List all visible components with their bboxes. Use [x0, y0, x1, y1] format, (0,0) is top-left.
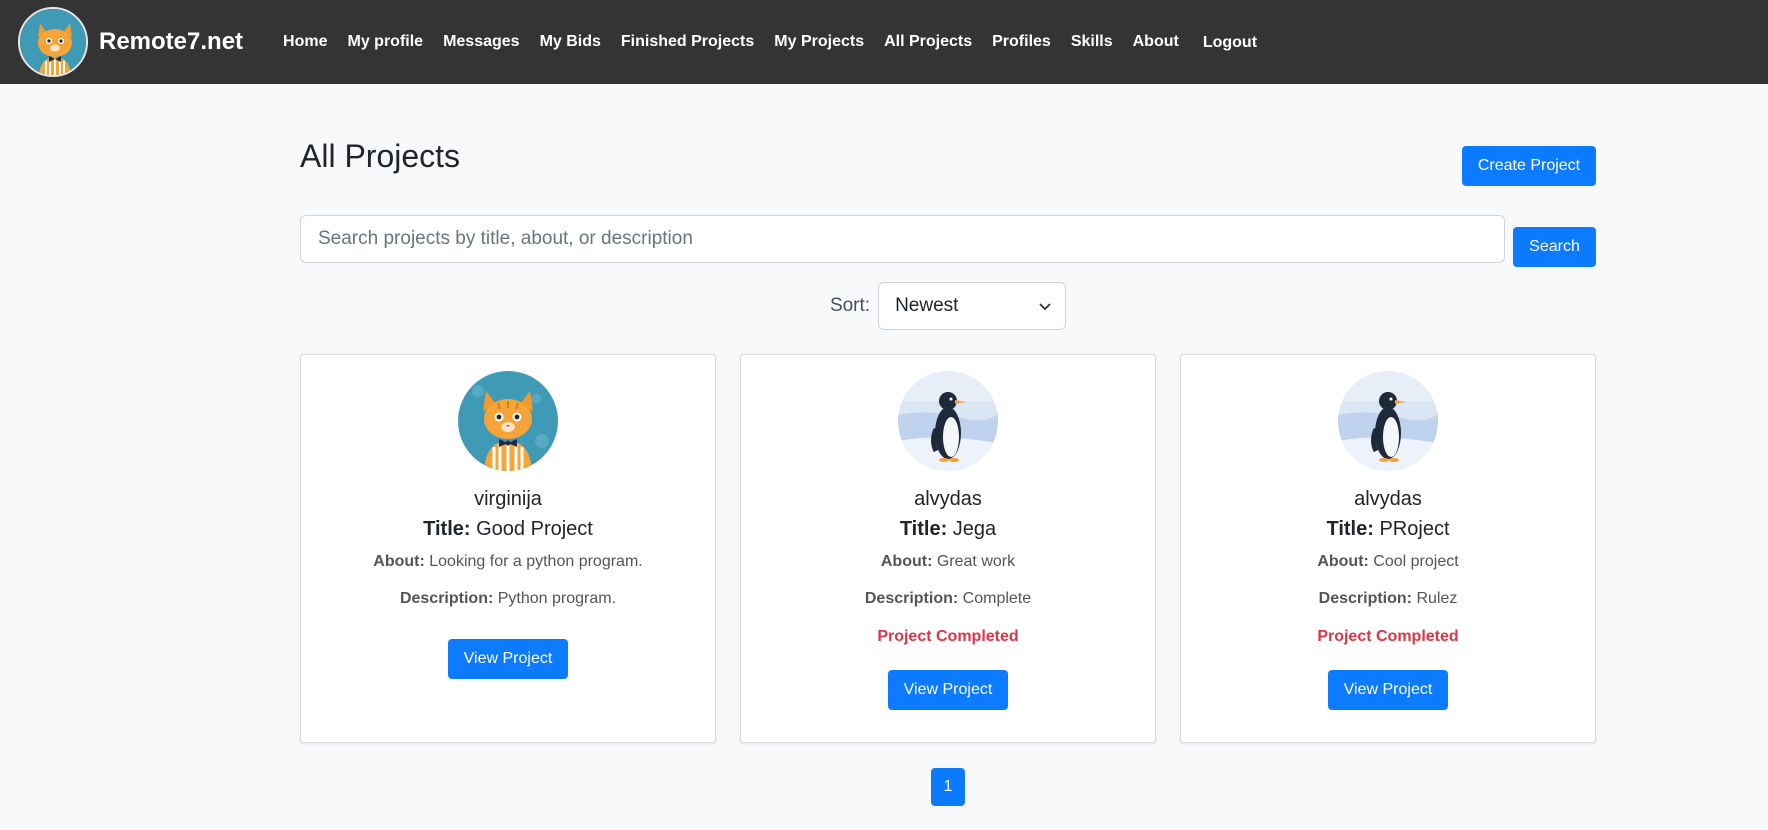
chevron-down-icon: [1039, 295, 1051, 317]
sort-selected-value: Newest: [895, 295, 959, 316]
nav-about[interactable]: About: [1133, 33, 1179, 51]
nav-links: Home My profile Messages My Bids Finishe…: [283, 33, 1277, 51]
description-label: Description:: [1318, 590, 1412, 607]
penguin-avatar-icon: [1338, 371, 1438, 471]
brand-name[interactable]: Remote7.net: [99, 28, 243, 56]
project-about: About: Looking for a python program.: [373, 553, 642, 571]
pagination-page-1[interactable]: 1: [931, 768, 965, 806]
about-label: About:: [880, 553, 933, 570]
view-project-button[interactable]: View Project: [1328, 670, 1448, 710]
project-card: alvydas Title: PRoject About: Cool proje…: [1180, 354, 1596, 743]
nav-home[interactable]: Home: [283, 33, 327, 51]
project-card: alvydas Title: Jega About: Great work De…: [740, 354, 1156, 743]
project-card: virginija Title: Good Project About: Loo…: [300, 354, 716, 743]
view-project-button[interactable]: View Project: [448, 639, 568, 679]
title-value: Good Project: [476, 518, 593, 540]
search-button[interactable]: Search: [1513, 227, 1596, 267]
project-owner: alvydas: [914, 488, 982, 510]
project-description: Description: Rulez: [1319, 590, 1458, 608]
nav-all-projects[interactable]: All Projects: [884, 33, 972, 51]
nav-my-projects[interactable]: My Projects: [774, 33, 864, 51]
logout-button[interactable]: Logout: [1203, 34, 1257, 52]
project-owner: virginija: [474, 488, 542, 510]
project-title: Title: Jega: [900, 518, 996, 541]
project-owner: alvydas: [1354, 488, 1422, 510]
project-about: About: Cool project: [1317, 553, 1458, 571]
project-title: Title: PRoject: [1326, 518, 1449, 541]
description-value: Python program.: [497, 590, 617, 607]
title-value: PRoject: [1379, 518, 1450, 540]
description-label: Description:: [864, 590, 959, 607]
cat-logo-icon[interactable]: [18, 7, 88, 77]
title-value: Jega: [952, 518, 997, 540]
about-value: Great work: [936, 553, 1016, 570]
about-value: Cool project: [1373, 553, 1459, 570]
nav-my-profile[interactable]: My profile: [348, 33, 424, 51]
project-completed-status: Project Completed: [1317, 628, 1459, 645]
about-value: Looking for a python program.: [429, 553, 643, 570]
page-title: All Projects: [300, 138, 461, 174]
nav-skills[interactable]: Skills: [1071, 33, 1113, 51]
title-label: Title:: [423, 518, 471, 540]
about-label: About:: [373, 553, 425, 570]
nav-messages[interactable]: Messages: [443, 33, 520, 51]
penguin-avatar-icon: [898, 371, 998, 471]
project-title: Title: Good Project: [423, 518, 593, 541]
about-label: About:: [1317, 553, 1369, 570]
search-input[interactable]: [300, 215, 1505, 263]
project-about: About: Great work: [881, 553, 1015, 571]
top-navbar: Remote7.net Home My profile Messages My …: [0, 0, 1768, 84]
nav-profiles[interactable]: Profiles: [992, 33, 1051, 51]
sort-row: Sort: Newest: [300, 282, 1596, 330]
project-description: Description: Complete: [865, 590, 1031, 608]
project-description: Description: Python program.: [400, 590, 616, 608]
nav-finished-projects[interactable]: Finished Projects: [621, 33, 754, 51]
description-value: Complete: [962, 590, 1032, 607]
description-value: Rulez: [1416, 590, 1458, 607]
create-project-button[interactable]: Create Project: [1462, 146, 1596, 186]
view-project-button[interactable]: View Project: [888, 670, 1008, 710]
sort-select[interactable]: Newest: [878, 282, 1067, 330]
description-label: Description:: [399, 590, 494, 607]
title-label: Title:: [1326, 518, 1374, 540]
cat-avatar-icon: [458, 371, 558, 471]
sort-label: Sort:: [829, 295, 871, 316]
title-label: Title:: [899, 518, 948, 540]
project-cards: virginija Title: Good Project About: Loo…: [300, 354, 1596, 743]
project-completed-status: Project Completed: [877, 628, 1019, 645]
nav-my-bids[interactable]: My Bids: [540, 33, 601, 51]
